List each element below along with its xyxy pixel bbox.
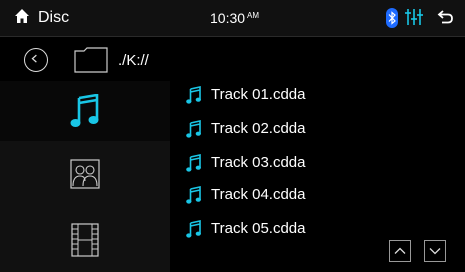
status-bar: Disc 10:30 AM	[0, 0, 465, 37]
clock-time: 10:30	[210, 10, 246, 26]
folder-icon	[74, 47, 108, 73]
music-note-icon	[186, 186, 201, 204]
music-note-icon	[186, 220, 201, 238]
back-arrow-icon[interactable]	[436, 8, 454, 26]
track-label: Track 04.cdda	[211, 186, 306, 203]
current-path: ./K://	[118, 52, 149, 69]
track-label: Track 03.cdda	[211, 154, 306, 171]
category-music[interactable]	[0, 81, 170, 141]
clock: 10:30 AM	[210, 9, 259, 30]
page-down-button[interactable]	[424, 240, 446, 262]
track-label: Track 05.cdda	[211, 220, 306, 237]
source-title: Disc	[38, 9, 70, 26]
page-up-button[interactable]	[389, 240, 411, 262]
track-label: Track 01.cdda	[211, 86, 306, 103]
folder-up-button[interactable]	[24, 48, 48, 72]
chevron-up-icon	[394, 247, 406, 254]
equalizer-icon[interactable]	[402, 7, 426, 27]
music-note-icon	[186, 86, 201, 104]
music-note-icon	[186, 154, 201, 172]
track-item[interactable]: Track 05.cdda	[180, 215, 465, 243]
home-icon[interactable]	[14, 8, 30, 24]
bluetooth-icon[interactable]	[386, 8, 398, 28]
music-note-icon	[186, 120, 201, 138]
track-item[interactable]: Track 03.cdda	[180, 149, 465, 177]
chevron-down-icon	[429, 248, 441, 255]
photo-icon	[70, 159, 100, 189]
category-photo[interactable]	[0, 141, 170, 207]
track-item[interactable]: Track 02.cdda	[180, 115, 465, 143]
track-item[interactable]: Track 01.cdda	[180, 81, 465, 109]
path-bar	[0, 37, 465, 81]
clock-ampm: AM	[247, 11, 260, 20]
track-list: Track 01.cdda Track 02.cdda Track 03.cdd…	[180, 81, 465, 272]
film-icon	[71, 222, 99, 257]
track-label: Track 02.cdda	[211, 120, 306, 137]
category-video[interactable]	[0, 207, 170, 272]
track-item[interactable]: Track 04.cdda	[180, 181, 465, 209]
music-note-icon	[70, 94, 99, 127]
chevron-left-icon	[31, 54, 37, 63]
